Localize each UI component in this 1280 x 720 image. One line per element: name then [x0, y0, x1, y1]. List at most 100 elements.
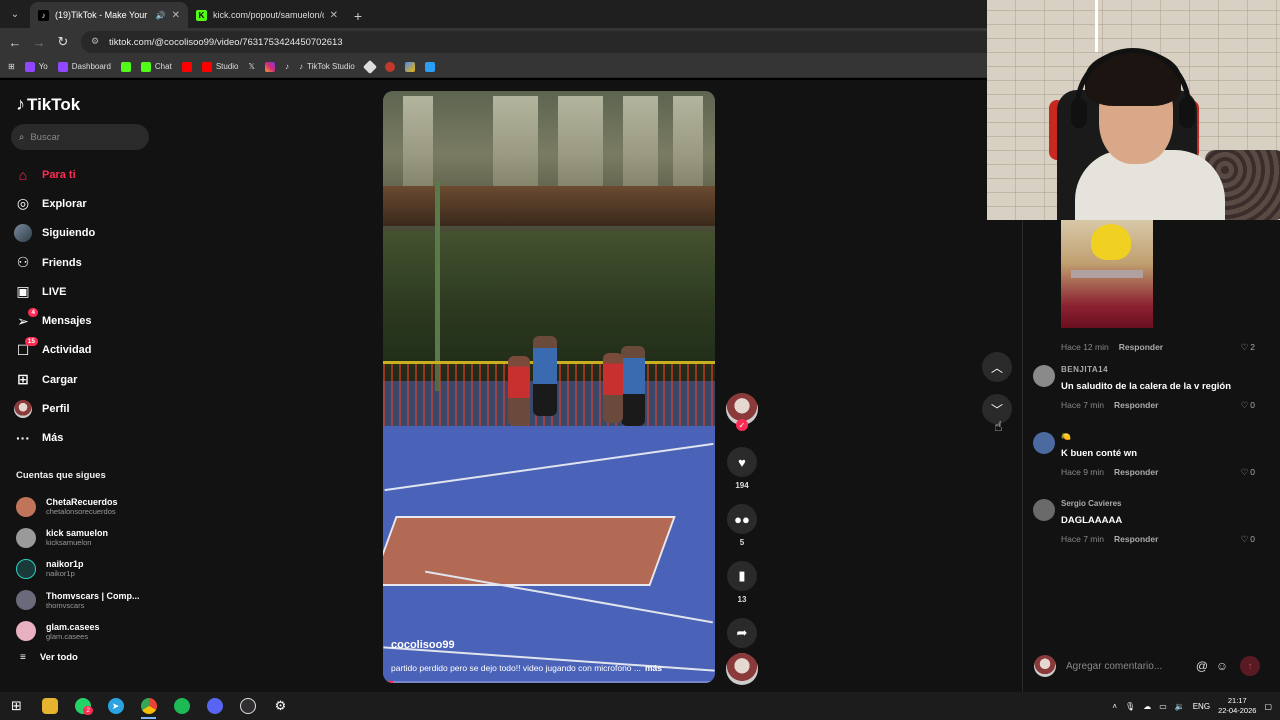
tab-kick[interactable]: K kick.com/popout/samuelon/ch ✕ — [188, 2, 346, 28]
avatar[interactable] — [1033, 365, 1055, 387]
tab-tiktok[interactable]: ♪ (19)TikTok - Make Your Day 🔊 ✕ — [30, 2, 188, 28]
bookmark-extra-3[interactable] — [404, 61, 415, 72]
network-icon[interactable]: ▭ — [1159, 702, 1167, 711]
comment-username[interactable]: 🍋 — [1061, 432, 1277, 441]
volume-icon[interactable]: 🔉 — [1175, 702, 1185, 711]
forward-button[interactable]: → — [27, 30, 51, 54]
gear-icon: ⚙ — [274, 698, 287, 713]
video-player[interactable]: cocolisoo99 partido perdido pero se dejo… — [383, 91, 715, 683]
following-account[interactable]: ChetaRecuerdos chetalonsorecuerdos — [16, 491, 140, 522]
close-tab-icon[interactable]: ✕ — [330, 10, 338, 21]
nav-perfil[interactable]: Perfil — [14, 394, 95, 423]
bookmark-x[interactable]: 𝕏 — [249, 62, 255, 71]
nav-para-ti[interactable]: ⌂ Para ti — [14, 160, 95, 189]
chrome-button[interactable] — [132, 692, 165, 720]
comment-input[interactable] — [1066, 654, 1192, 678]
reload-button[interactable]: ↻ — [51, 30, 75, 54]
reply-button[interactable]: Responder — [1114, 400, 1158, 410]
comment-like-button[interactable]: ♡ 0 — [1241, 400, 1255, 411]
file-explorer-button[interactable] — [33, 692, 66, 720]
cloud-icon[interactable]: ☁ — [1143, 702, 1151, 711]
mention-icon[interactable]: @ — [1192, 659, 1212, 673]
reply-button[interactable]: Responder — [1114, 534, 1158, 544]
comment-username[interactable]: Sergio Cavieres — [1061, 499, 1277, 508]
close-tab-icon[interactable]: ✕ — [172, 10, 180, 21]
apps-icon[interactable]: ⊞ — [8, 62, 15, 71]
reply-button[interactable]: Responder — [1114, 467, 1158, 477]
settings-button[interactable]: ⚙ — [264, 692, 297, 720]
following-account[interactable]: glam.casees glam.casees — [16, 616, 140, 647]
video-username[interactable]: cocolisoo99 — [391, 639, 455, 651]
video-frame-detail — [384, 442, 714, 492]
notification-icon[interactable]: ▢ — [1264, 702, 1272, 711]
avatar[interactable] — [1033, 499, 1055, 521]
avatar[interactable] — [1033, 432, 1055, 454]
video-progress-bar[interactable] — [383, 681, 715, 683]
bookmark-extra-1[interactable] — [362, 59, 377, 74]
bookmark-dashboard[interactable]: Dashboard — [57, 61, 111, 72]
new-tab-button[interactable]: + — [346, 4, 370, 28]
comment-like-button[interactable]: ♡ 2 — [1241, 342, 1255, 353]
audio-icon[interactable]: 🔊 — [156, 11, 166, 20]
emoji-icon[interactable]: ☺ — [1212, 659, 1232, 673]
whatsapp-button[interactable]: 2 — [66, 692, 99, 720]
tiktok-logo[interactable]: ♪ TikTok — [16, 94, 80, 115]
following-avatar-icon — [14, 224, 32, 243]
bookmark-button[interactable]: ▮ 13 — [724, 561, 760, 604]
bookmark-chat[interactable]: Chat — [140, 61, 172, 72]
comment-item: Hace 12 min Responder ♡ 2 — [1033, 334, 1277, 353]
obs-button[interactable] — [231, 692, 264, 720]
reply-button[interactable]: Responder — [1119, 342, 1163, 352]
nav-explorar[interactable]: ◎ Explorar — [14, 189, 95, 218]
bookmark-extra-4[interactable] — [424, 61, 435, 72]
bookmark-tiktok[interactable]: ♪ — [285, 62, 289, 71]
nav-cargar[interactable]: ⊞ Cargar — [14, 365, 95, 394]
bookmark-extra-2[interactable] — [384, 61, 395, 72]
bookmark-instagram[interactable] — [264, 61, 275, 72]
following-account[interactable]: kick samuelon kicksamuelon — [16, 522, 140, 553]
comment-composer: @ ☺ ↑ — [1034, 654, 1264, 678]
see-all-button[interactable]: ≡ Ver todo — [20, 652, 78, 663]
microphone-icon[interactable]: 🎙 — [1125, 702, 1135, 711]
nav-live[interactable]: ▣ LIVE — [14, 277, 95, 306]
creator-avatar[interactable]: ✓ — [726, 393, 758, 431]
comment-button[interactable]: ●● 5 — [724, 504, 760, 547]
comment-username[interactable]: BENJITA14 — [1061, 365, 1277, 374]
post-comment-button[interactable]: ↑ — [1240, 656, 1260, 676]
previous-video-button[interactable]: ︿ — [982, 352, 1012, 382]
discord-button[interactable] — [198, 692, 231, 720]
next-video-avatar[interactable] — [726, 653, 758, 685]
bookmark-tiktok-studio[interactable]: ♪ TikTok Studio — [299, 62, 355, 71]
nav-actividad[interactable]: ☐ 15 Actividad — [14, 336, 95, 365]
tab-search-button[interactable]: ⌄ — [2, 3, 28, 25]
bookmark-yo[interactable]: Yo — [24, 61, 48, 72]
clock[interactable]: 21:17 22-04-2026 — [1218, 696, 1256, 716]
bookmark-youtube[interactable] — [181, 61, 192, 72]
comment-like-button[interactable]: ♡ 0 — [1241, 467, 1255, 478]
follow-plus-icon[interactable]: ✓ — [736, 419, 748, 431]
back-button[interactable]: ← — [3, 30, 27, 54]
site-info-icon[interactable]: ⚙ — [91, 36, 103, 48]
avatar — [16, 527, 36, 548]
video-actions: ✓ ♥ 194 ●● 5 ▮ 13 ➦ 11 — [724, 393, 760, 661]
spotify-button[interactable] — [165, 692, 198, 720]
bookmark-kick[interactable] — [120, 61, 131, 72]
nav-mensajes[interactable]: ➢ 4 Mensajes — [14, 306, 95, 335]
nav-mas[interactable]: ··· Más — [14, 424, 95, 453]
share-icon: ➦ — [727, 618, 757, 648]
chevron-up-icon[interactable]: ˄ — [1112, 702, 1117, 711]
heart-outline-icon: ♡ — [1240, 533, 1249, 544]
bookmark-studio[interactable]: Studio — [201, 61, 239, 72]
nav-friends[interactable]: ⚇ Friends — [14, 248, 95, 277]
search-box[interactable]: ⌕ — [11, 124, 149, 150]
following-account[interactable]: Thomvscars | Comp... thomvscars — [16, 585, 140, 616]
like-button[interactable]: ♥ 194 — [724, 447, 760, 490]
comment-like-button[interactable]: ♡ 0 — [1241, 534, 1255, 545]
nav-siguiendo[interactable]: Siguiendo — [14, 219, 95, 248]
search-input[interactable] — [30, 131, 131, 143]
start-button[interactable]: ⊞ — [0, 692, 33, 720]
following-account[interactable]: naikor1p naikor1p — [16, 553, 140, 584]
language-indicator[interactable]: ENG — [1193, 702, 1210, 711]
telegram-button[interactable]: ➤ — [99, 692, 132, 720]
more-button[interactable]: más — [645, 663, 662, 673]
